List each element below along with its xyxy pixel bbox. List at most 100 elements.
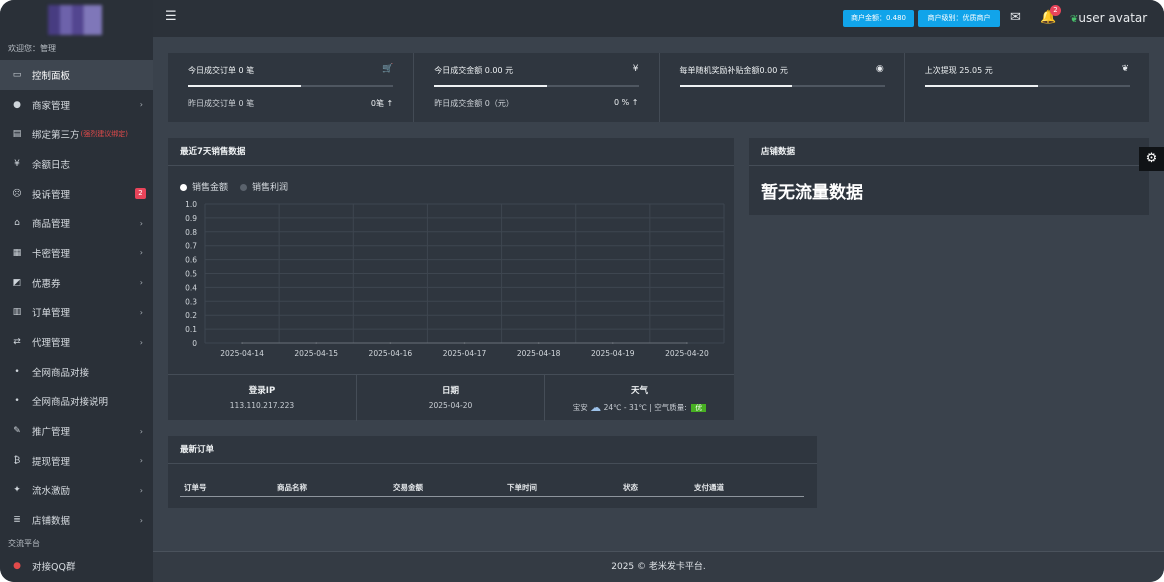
sidebar-item-9[interactable]: ⇄ 代理管理 › <box>0 327 153 357</box>
air-quality-label: | 空气质量: <box>649 403 687 412</box>
bind-warning-text: (强烈建议绑定) <box>80 130 128 139</box>
y-tick-label: 0 <box>192 339 197 348</box>
sidebar-item-4[interactable]: ☹ 投诉管理 2 <box>0 179 153 209</box>
sidebar-item-3[interactable]: ¥ 余额日志 <box>0 149 153 179</box>
app-window: 欢迎您：管理 ▭ 控制面板 ● 商家管理 › ▤ 绑定第三方 (强烈建议绑定) ¥ 余额日志 ☹ 投诉… <box>0 0 1164 582</box>
sidebar-item-label: 全网商品对接说明 <box>32 397 109 409</box>
sidebar-item-14[interactable]: ✦ 流水激励 › <box>0 476 153 506</box>
envelope-icon[interactable]: ✉ <box>1010 10 1021 25</box>
orders-column-header[interactable]: 商品名称 <box>277 482 307 493</box>
leaf-icon: ❦ <box>1121 64 1129 74</box>
stat-subtitle: 昨日成交金额 0（元） <box>434 99 514 108</box>
y-tick-label: 0.9 <box>185 214 197 223</box>
topbar: ☰ 商户金额：0.480 商户级别：优质商户 ✉ 🔔 <box>153 0 1164 37</box>
chevron-right-icon: › <box>139 337 143 347</box>
orders-column-header[interactable]: 交易金额 <box>393 482 423 493</box>
stat-subtitle: 昨日成交订单 0 笔 <box>188 99 255 108</box>
stat-card-3: 上次提现 25.05 元 ❦ <box>903 53 1149 122</box>
sidebar-item-10[interactable]: • 全网商品对接 <box>0 357 153 387</box>
sidebar-item-label: 提现管理 <box>32 456 71 468</box>
info-row: 登录IP 113.110.217.223 日期 2025-04-20 天气 宝安… <box>168 374 734 421</box>
gitlab-icon: ✦ <box>13 485 21 496</box>
avatar[interactable]: ❦user avatar <box>1070 11 1147 25</box>
sidebar-item-label: 控制面板 <box>32 70 71 82</box>
sidebar-item-label: 订单管理 <box>32 308 71 320</box>
login-ip-value: 113.110.217.223 <box>229 401 295 410</box>
stat-progress <box>679 85 885 87</box>
series-point-1 <box>463 342 466 344</box>
frown-icon: ☹ <box>12 188 22 199</box>
cards-icon: ▦ <box>12 247 22 258</box>
stat-title: 今日成交金额 0.00 元 <box>434 66 514 75</box>
stat-change: 0笔 ↑ <box>370 99 394 108</box>
sidebar-item-label: 对接QQ群 <box>32 561 76 573</box>
sidebar-item-1[interactable]: ● 商家管理 › <box>0 90 153 120</box>
footer: 2025 © 老米发卡平台. <box>153 551 1164 582</box>
sidebar-item-label: 推广管理 <box>32 427 71 439</box>
orders-panel: 最新订单 订单号 商品名称 交易金额 下单时间 状态 支付通道 <box>168 436 817 508</box>
y-tick-label: 0.4 <box>185 283 197 292</box>
sidebar-item-label: 商品管理 <box>32 219 71 231</box>
weather-temp: 24℃ - 31℃ <box>603 403 647 412</box>
qq-icon: ● <box>13 560 21 571</box>
x-tick-label: 2025-04-15 <box>294 349 338 358</box>
y-tick-label: 0.8 <box>185 228 197 237</box>
sidebar-item-13[interactable]: ₿ 提现管理 › <box>0 446 153 476</box>
login-ip-cell: 登录IP 113.110.217.223 <box>168 375 356 421</box>
eye-icon: ◉ <box>875 64 884 74</box>
sidebar-item-12[interactable]: ✎ 推广管理 › <box>0 416 153 446</box>
y-tick-label: 1.0 <box>185 200 197 209</box>
sidebar-item-2[interactable]: ▤ 绑定第三方 (强烈建议绑定) <box>0 119 153 149</box>
sidebar-item-qq-group[interactable]: ● 对接QQ群 <box>0 551 153 581</box>
chevron-right-icon: › <box>139 307 143 317</box>
stat-title: 上次提现 25.05 元 <box>924 66 993 75</box>
brand <box>0 0 153 38</box>
sidebar-item-11[interactable]: • 全网商品对接说明 <box>0 387 153 417</box>
weather-city: 宝安 <box>572 403 588 412</box>
orders-column-header[interactable]: 支付通道 <box>694 482 724 493</box>
bar-chart-icon: ▥ <box>12 307 22 318</box>
weather-label: 天气 <box>630 386 648 396</box>
sidebar-item-label: 卡密管理 <box>32 248 71 260</box>
orders-column-header[interactable]: 下单时间 <box>507 482 537 493</box>
orders-column-header[interactable]: 状态 <box>623 482 638 493</box>
stat-card-2: 每单随机奖励补贴金额0.00 元 ◉ <box>658 53 904 122</box>
y-tick-label: 0.2 <box>185 311 197 320</box>
sidebar-item-8[interactable]: ▥ 订单管理 › <box>0 298 153 328</box>
orders-column-header[interactable]: 订单号 <box>184 482 207 493</box>
stat-card-0: 今日成交订单 0 笔 🛒 昨日成交订单 0 笔 0笔 ↑ <box>168 53 413 122</box>
stat-card-1: 今日成交金额 0.00 元 ¥ 昨日成交金额 0（元） 0 % ↑ <box>413 53 658 122</box>
chevron-right-icon: › <box>139 218 143 228</box>
date-value: 2025-04-20 <box>428 401 473 410</box>
balance-badge[interactable]: 商户金额：0.480 <box>843 10 914 27</box>
x-tick-label: 2025-04-18 <box>517 349 561 358</box>
sidebar-item-7[interactable]: ◩ 优惠券 › <box>0 268 153 298</box>
chevron-right-icon: › <box>139 485 143 495</box>
brand-logo[interactable] <box>48 5 102 35</box>
orders-table-header: 订单号 商品名称 交易金额 下单时间 状态 支付通道 <box>180 479 804 497</box>
sidebar: 欢迎您：管理 ▭ 控制面板 ● 商家管理 › ▤ 绑定第三方 (强烈建议绑定) ¥ 余额日志 ☹ 投诉… <box>0 0 153 582</box>
chevron-right-icon: › <box>139 248 143 258</box>
sidebar-item-5[interactable]: ⌂ 商品管理 › <box>0 208 153 238</box>
sidebar-item-6[interactable]: ▦ 卡密管理 › <box>0 238 153 268</box>
chevron-right-icon: › <box>139 278 143 288</box>
menu-toggle-icon[interactable]: ☰ <box>165 9 177 24</box>
chevron-right-icon: › <box>139 100 143 110</box>
series-point-1 <box>686 342 688 344</box>
x-tick-label: 2025-04-17 <box>443 349 487 358</box>
level-badge[interactable]: 商户级别：优质商户 <box>918 10 1000 27</box>
series-point-1 <box>389 342 392 344</box>
sales-panel: 最近7天销售数据 销售金额 销售利润 1.0 0.9 0.8 0.7 0.6 0.5 0.4 0… <box>168 138 734 421</box>
sidebar-item-label: 余额日志 <box>32 159 71 171</box>
id-card-icon: ▤ <box>12 129 22 140</box>
sidebar-item-label: 全网商品对接 <box>32 367 90 379</box>
sidebar-item-15[interactable]: ≣ 店铺数据 › <box>0 505 153 535</box>
legend-item-1[interactable]: 销售利润 <box>240 180 288 193</box>
sidebar-item-0[interactable]: ▭ 控制面板 <box>0 60 153 90</box>
sidebar-item-label: 流水激励 <box>32 486 71 498</box>
exchange-icon: ⇄ <box>13 337 21 348</box>
gear-icon[interactable]: ⚙ <box>1139 147 1164 171</box>
weather-cell: 天气 宝安 ☁ 24℃ - 31℃ | 空气质量: 优 <box>544 375 734 421</box>
legend-item-0[interactable]: 销售金额 <box>180 180 228 193</box>
welcome-text: 欢迎您：管理 <box>8 44 56 53</box>
